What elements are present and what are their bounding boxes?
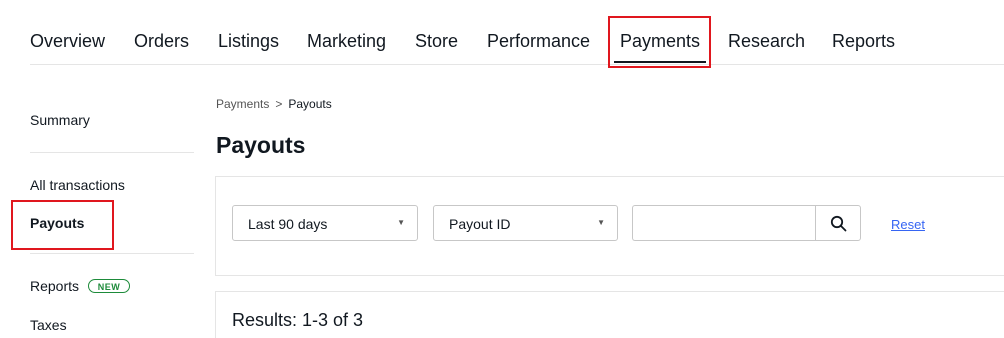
new-badge: NEW bbox=[88, 279, 130, 293]
page: Overview Orders Listings Marketing Store… bbox=[0, 0, 1004, 338]
nav-item-listings[interactable]: Listings bbox=[218, 31, 279, 52]
nav-item-performance[interactable]: Performance bbox=[487, 31, 590, 52]
date-range-value: Last 90 days bbox=[248, 216, 328, 232]
breadcrumb: Payments > Payouts bbox=[216, 97, 332, 111]
nav-item-reports[interactable]: Reports bbox=[832, 31, 895, 52]
breadcrumb-current: Payouts bbox=[288, 97, 332, 111]
sidebar-item-summary[interactable]: Summary bbox=[30, 112, 90, 128]
search-button[interactable] bbox=[815, 205, 861, 241]
nav-item-orders[interactable]: Orders bbox=[134, 31, 189, 52]
breadcrumb-separator: > bbox=[275, 97, 283, 111]
breadcrumb-payments-link[interactable]: Payments bbox=[216, 97, 269, 111]
search-type-value: Payout ID bbox=[449, 216, 511, 232]
chevron-down-icon: ▼ bbox=[597, 218, 605, 227]
payments-highlight-box bbox=[608, 16, 711, 68]
reset-link[interactable]: Reset bbox=[891, 217, 925, 232]
sidebar-divider bbox=[30, 152, 194, 153]
payout-id-select[interactable]: Payout ID ▼ bbox=[433, 205, 618, 241]
date-range-select[interactable]: Last 90 days ▼ bbox=[232, 205, 418, 241]
nav-item-marketing[interactable]: Marketing bbox=[307, 31, 386, 52]
nav-item-overview[interactable]: Overview bbox=[30, 31, 105, 52]
sidebar-divider bbox=[30, 253, 194, 254]
search-icon bbox=[830, 215, 847, 232]
sidebar-item-reports[interactable]: Reports bbox=[30, 278, 79, 294]
sidebar-item-taxes[interactable]: Taxes bbox=[30, 317, 67, 333]
chevron-down-icon: ▼ bbox=[397, 218, 405, 227]
search-input[interactable] bbox=[632, 205, 816, 241]
results-count: Results: 1-3 of 3 bbox=[232, 310, 364, 330]
sidebar-item-all-transactions[interactable]: All transactions bbox=[30, 177, 125, 193]
page-title: Payouts bbox=[216, 132, 306, 158]
payouts-highlight-box bbox=[11, 200, 114, 250]
nav-item-store[interactable]: Store bbox=[415, 31, 458, 52]
nav-item-research[interactable]: Research bbox=[728, 31, 805, 52]
